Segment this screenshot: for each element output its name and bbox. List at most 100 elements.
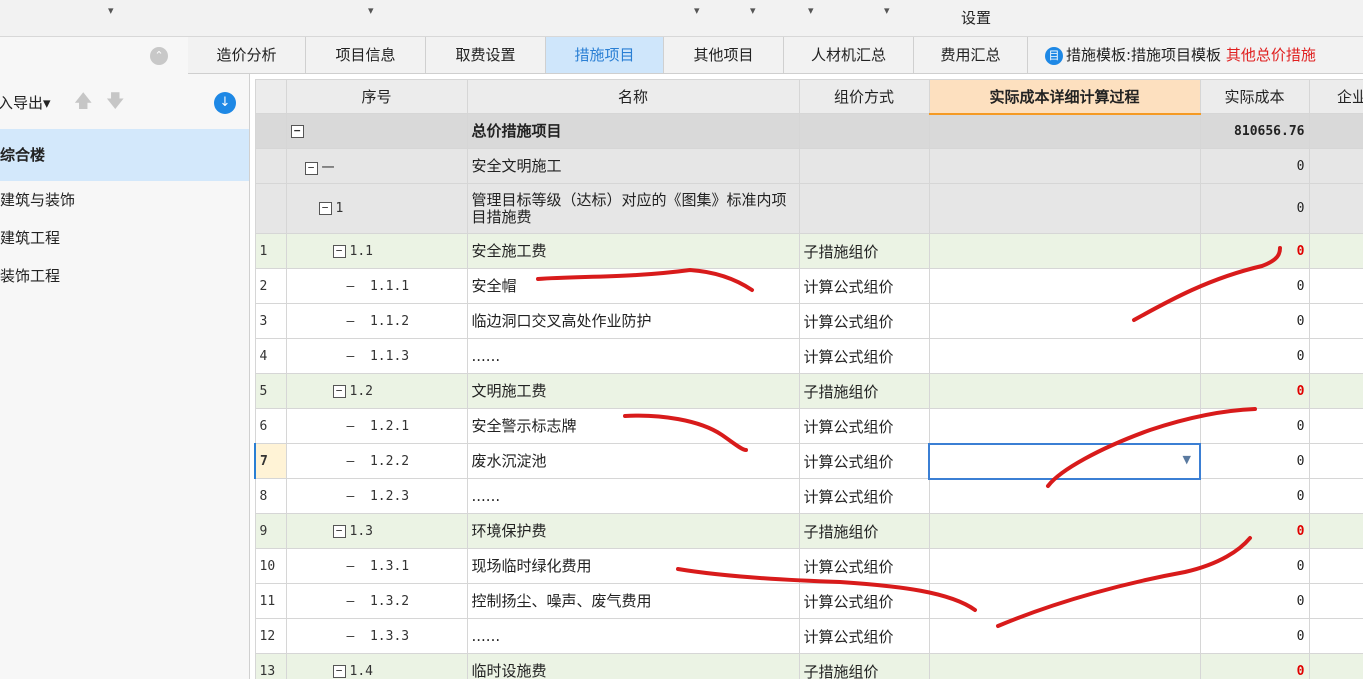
tab-labor-material-summary[interactable]: 人材机汇总 — [784, 37, 914, 73]
tab-fee-settings[interactable]: 取费设置 — [426, 37, 546, 73]
table-row[interactable]: −1 管理目标等级（达标）对应的《图集》标准内项目措施费 0 — [254, 183, 1363, 234]
move-down-icon[interactable]: 🡇 — [106, 89, 125, 119]
dropdown-caret-icon[interactable]: ▾ — [808, 4, 814, 17]
cell-cost-detail[interactable] — [928, 148, 1201, 184]
collapse-icon[interactable]: − — [332, 524, 346, 538]
table-row[interactable]: 8 — 1.2.3 ...... 计算公式组价 0 — [254, 478, 1363, 514]
cell-name[interactable]: ...... — [466, 618, 800, 654]
table-row[interactable]: 4 — 1.1.3 ...... 计算公式组价 0 — [254, 338, 1363, 374]
cell-name[interactable]: 安全施工费 — [466, 233, 800, 269]
collapse-icon[interactable]: − — [290, 124, 304, 138]
other-total-measures-label[interactable]: 其他总价措施 — [1226, 46, 1316, 64]
cell-actual-cost: 0 — [1199, 408, 1310, 444]
cell-cost-detail[interactable] — [928, 113, 1201, 149]
import-export-button[interactable]: 入导出▾ — [0, 92, 51, 113]
header-seq[interactable]: 序号 — [285, 79, 468, 114]
cell-name[interactable]: 临边洞口交叉高处作业防护 — [466, 303, 800, 339]
cell-cost-detail[interactable] — [928, 548, 1201, 584]
cell-cost-detail[interactable] — [928, 478, 1201, 514]
cell-cost-detail[interactable] — [928, 183, 1201, 234]
tab-other-items[interactable]: 其他项目 — [664, 37, 784, 73]
cell-actual-cost: 0 — [1199, 268, 1310, 304]
cell-cost-detail[interactable] — [928, 408, 1201, 444]
tree-item[interactable]: 装饰工程 — [0, 265, 60, 286]
table-row[interactable]: 2 — 1.1.1 安全帽 计算公式组价 0 — [254, 268, 1363, 304]
table-row[interactable]: 13 −1.4 临时设施费 子措施组价 0 — [254, 653, 1363, 679]
cell-name[interactable]: 管理目标等级（达标）对应的《图集》标准内项目措施费 — [466, 183, 800, 234]
collapse-icon[interactable]: − — [332, 384, 346, 398]
dropdown-caret-icon[interactable]: ▾ — [750, 4, 756, 17]
cell-name[interactable]: ...... — [466, 338, 800, 374]
measure-template-selector[interactable]: 目措施模板:措施项目模板 其他总价措施 — [1045, 37, 1316, 73]
cell-name[interactable]: 环境保护费 — [466, 513, 800, 549]
dropdown-caret-icon[interactable]: ▾ — [108, 4, 114, 17]
collapse-icon[interactable]: − — [332, 664, 346, 678]
cell-cost-detail[interactable] — [928, 373, 1201, 409]
table-row[interactable]: 6 — 1.2.1 安全警示标志牌 计算公式组价 0 — [254, 408, 1363, 444]
cell-cost-detail[interactable] — [928, 513, 1201, 549]
table-row[interactable]: 5 −1.2 文明施工费 子措施组价 0 — [254, 373, 1363, 409]
cell-cost-detail[interactable] — [928, 233, 1201, 269]
table-row[interactable]: − 一 安全文明施工 0 — [254, 148, 1363, 184]
collapse-icon[interactable]: − — [332, 244, 346, 258]
tab-measures[interactable]: 措施项目 — [546, 37, 664, 73]
template-label: 措施模板:措施项目模板 — [1066, 46, 1222, 64]
cell-name[interactable]: 安全帽 — [466, 268, 800, 304]
top-toolbar: ▾ ▾ ⌃ ▾ ▾ ▾ ▾ 设置 — [0, 0, 1363, 37]
cell-name[interactable]: 废水沉淀池 — [466, 443, 800, 479]
dropdown-caret-icon[interactable]: ▾ — [694, 4, 700, 17]
header-cost-detail[interactable]: 实际成本详细计算过程 — [928, 79, 1201, 115]
collapse-panel-icon[interactable]: ⌃ — [150, 47, 168, 65]
tree-item[interactable]: 建筑与装饰 — [0, 189, 75, 210]
cell-cost-detail-editor[interactable]: ▼ — [928, 442, 1201, 480]
tab-cost-analysis[interactable]: 造价分析 — [188, 37, 306, 73]
table-row[interactable]: 1 −1.1 安全施工费 子措施组价 0 — [254, 233, 1363, 269]
cell-cost-detail[interactable] — [928, 268, 1201, 304]
cell-name[interactable]: 安全文明施工 — [466, 148, 800, 184]
cell-name[interactable]: 文明施工费 — [466, 373, 800, 409]
cell-actual-cost: 0 — [1199, 338, 1310, 374]
download-icon[interactable]: ↓ — [214, 92, 236, 114]
cell-cost-detail[interactable] — [928, 653, 1201, 679]
header-enterprise[interactable]: 企业 — [1308, 79, 1363, 114]
tree-item-root[interactable]: 综合楼 — [0, 129, 249, 181]
settings-button[interactable]: 设置 — [961, 7, 991, 28]
table-row[interactable]: 9 −1.3 环境保护费 子措施组价 0 — [254, 513, 1363, 549]
cell-actual-cost: 0 — [1199, 548, 1310, 584]
cell-actual-cost: 0 — [1199, 183, 1310, 234]
table-row-selected[interactable]: 7 — 1.2.2 废水沉淀池 计算公式组价 ▼ 0 — [254, 442, 1363, 480]
cell-cost-detail[interactable] — [928, 338, 1201, 374]
cell-cost-detail[interactable] — [928, 303, 1201, 339]
header-actual-cost[interactable]: 实际成本 — [1199, 79, 1310, 114]
collapse-icon[interactable]: − — [304, 161, 318, 175]
cell-name[interactable]: 现场临时绿化费用 — [466, 548, 800, 584]
cell-actual-cost: 0 — [1199, 618, 1310, 654]
cell-name[interactable]: 总价措施项目 — [466, 113, 800, 149]
cell-name[interactable]: 安全警示标志牌 — [466, 408, 800, 444]
cell-cost-detail[interactable] — [928, 618, 1201, 654]
tab-bar: 造价分析 项目信息 取费设置 措施项目 其他项目 人材机汇总 费用汇总 目措施模… — [188, 37, 1363, 74]
dropdown-caret-icon[interactable]: ▾ — [884, 4, 890, 17]
cell-actual-cost: 0 — [1199, 148, 1310, 184]
header-name[interactable]: 名称 — [466, 79, 800, 114]
table-row[interactable]: 11 — 1.3.2 控制扬尘、噪声、废气费用 计算公式组价 0 — [254, 583, 1363, 619]
move-up-icon[interactable]: 🡅 — [74, 89, 93, 119]
cell-cost-detail[interactable] — [928, 583, 1201, 619]
dropdown-caret-icon[interactable]: ▾ — [368, 4, 374, 17]
cell-actual-cost: 0 — [1199, 653, 1310, 679]
truncated-glyph: ⌃ — [352, 0, 364, 7]
cell-name[interactable]: ...... — [466, 478, 800, 514]
collapse-icon[interactable]: − — [318, 202, 332, 215]
table-row[interactable]: 3 — 1.1.2 临边洞口交叉高处作业防护 计算公式组价 0 — [254, 303, 1363, 339]
cell-name[interactable]: 控制扬尘、噪声、废气费用 — [466, 583, 800, 619]
tab-project-info[interactable]: 项目信息 — [306, 37, 426, 73]
table-row[interactable]: − 总价措施项目 810656.76 72 — [254, 113, 1363, 149]
table-row[interactable]: 12 — 1.3.3 ...... 计算公式组价 0 — [254, 618, 1363, 654]
dropdown-arrow-icon[interactable]: ▼ — [1183, 453, 1191, 466]
tab-cost-summary[interactable]: 费用汇总 — [914, 37, 1028, 73]
table-row[interactable]: 10 — 1.3.1 现场临时绿化费用 计算公式组价 0 — [254, 548, 1363, 584]
cell-actual-cost: 0 — [1199, 443, 1310, 479]
cell-name[interactable]: 临时设施费 — [466, 653, 800, 679]
header-method[interactable]: 组价方式 — [798, 79, 930, 114]
tree-item[interactable]: 建筑工程 — [0, 227, 60, 248]
